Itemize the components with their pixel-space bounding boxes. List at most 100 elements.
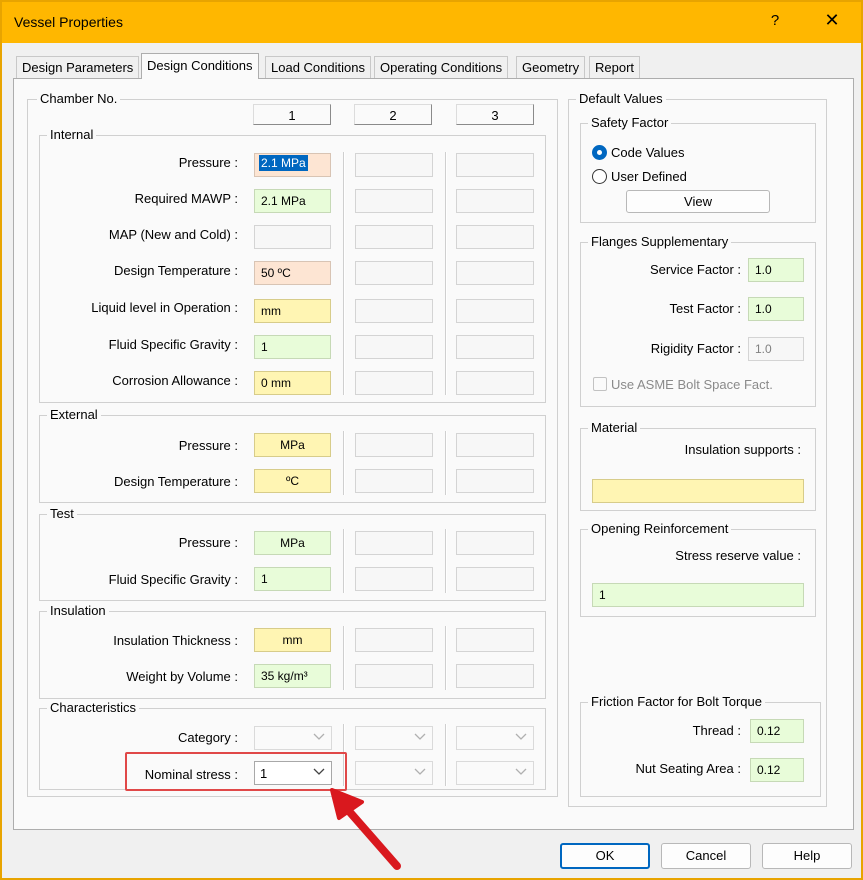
- internal-design-temperature-input-1[interactable]: 50 ºC: [254, 261, 331, 285]
- test-pressure-input-2[interactable]: [355, 531, 433, 555]
- test-fluid-gravity-label: Fluid Specific Gravity :: [108, 572, 238, 587]
- rigidity-factor-input[interactable]: 1.0: [748, 337, 804, 361]
- corrosion-allowance-label: Corrosion Allowance :: [112, 373, 238, 388]
- insulation-supports-label: Insulation supports :: [684, 442, 801, 457]
- user-defined-radio[interactable]: [592, 169, 607, 184]
- external-pressure-input-3[interactable]: [456, 433, 534, 457]
- insulation-thickness-input-3[interactable]: [456, 628, 534, 652]
- test-fluid-gravity-input-1[interactable]: 1: [254, 567, 331, 591]
- material-title: Material: [588, 420, 641, 435]
- chevron-down-icon: [515, 768, 527, 775]
- test-title: Test: [47, 506, 77, 521]
- stress-reserve-label: Stress reserve value :: [675, 548, 801, 563]
- test-factor-input[interactable]: 1.0: [748, 297, 804, 321]
- safety-factor-title: Safety Factor: [588, 115, 672, 130]
- external-pressure-input-2[interactable]: [355, 433, 433, 457]
- insulation-title: Insulation: [47, 603, 109, 618]
- view-button[interactable]: View: [626, 190, 770, 213]
- chamber-no-label: Chamber No.: [37, 91, 121, 106]
- title-bar: Vessel Properties ? ✕: [2, 2, 861, 43]
- nominal-stress-select-3[interactable]: [456, 761, 534, 785]
- liquid-level-input-2[interactable]: [355, 299, 433, 323]
- external-design-temperature-input-3[interactable]: [456, 469, 534, 493]
- asme-bolt-space-label: Use ASME Bolt Space Fact.: [611, 377, 773, 392]
- help-button[interactable]: Help: [762, 843, 852, 869]
- liquid-level-input-3[interactable]: [456, 299, 534, 323]
- chevron-down-icon: [515, 733, 527, 740]
- code-values-radio[interactable]: [592, 145, 607, 160]
- asme-bolt-space-checkbox[interactable]: [593, 377, 607, 391]
- characteristics-title: Characteristics: [47, 700, 139, 715]
- insulation-supports-input[interactable]: [592, 479, 804, 503]
- external-design-temperature-input-2[interactable]: [355, 469, 433, 493]
- internal-fluid-gravity-input-3[interactable]: [456, 335, 534, 359]
- tab-load-conditions[interactable]: Load Conditions: [265, 56, 371, 78]
- tab-design-parameters[interactable]: Design Parameters: [16, 56, 140, 78]
- test-fluid-gravity-input-3[interactable]: [456, 567, 534, 591]
- internal-design-temperature-label: Design Temperature :: [113, 263, 238, 278]
- weight-by-volume-input-1[interactable]: 35 kg/m³: [254, 664, 331, 688]
- corrosion-allowance-input-3[interactable]: [456, 371, 534, 395]
- nut-seating-area-input[interactable]: 0.12: [750, 758, 804, 782]
- thread-input[interactable]: 0.12: [750, 719, 804, 743]
- liquid-level-input-1[interactable]: mm: [254, 299, 331, 323]
- external-pressure-label: Pressure :: [178, 438, 238, 453]
- tab-design-conditions[interactable]: Design Conditions: [141, 53, 259, 79]
- stress-reserve-input[interactable]: 1: [592, 583, 804, 607]
- chamber-column-1: 1: [253, 104, 331, 125]
- test-pressure-input-3[interactable]: [456, 531, 534, 555]
- corrosion-allowance-input-1[interactable]: 0 mm: [254, 371, 331, 395]
- external-title: External: [47, 407, 101, 422]
- default-values-title: Default Values: [576, 91, 666, 106]
- opening-reinforcement-title: Opening Reinforcement: [588, 521, 732, 536]
- internal-pressure-input-2[interactable]: [355, 153, 433, 177]
- required-mawp-input-3[interactable]: [456, 189, 534, 213]
- required-mawp-input-1[interactable]: 2.1 MPa: [254, 189, 331, 213]
- insulation-thickness-label: Insulation Thickness :: [113, 633, 238, 648]
- category-select-1[interactable]: [254, 726, 332, 750]
- close-icon[interactable]: ✕: [820, 10, 844, 34]
- internal-title: Internal: [47, 127, 97, 142]
- insulation-thickness-input-1[interactable]: mm: [254, 628, 331, 652]
- map-new-cold-input-1[interactable]: [254, 225, 331, 249]
- test-factor-label: Test Factor :: [669, 301, 741, 316]
- code-values-label: Code Values: [611, 145, 685, 160]
- external-design-temperature-label: Design Temperature :: [113, 474, 238, 489]
- external-design-temperature-input-1[interactable]: ºC: [254, 469, 331, 493]
- map-new-cold-input-3[interactable]: [456, 225, 534, 249]
- internal-fluid-gravity-label: Fluid Specific Gravity :: [108, 337, 238, 352]
- internal-design-temperature-input-3[interactable]: [456, 261, 534, 285]
- test-fluid-gravity-input-2[interactable]: [355, 567, 433, 591]
- internal-pressure-input-1[interactable]: 2.1 MPa: [254, 153, 331, 177]
- help-icon[interactable]: ?: [765, 12, 785, 34]
- category-select-2[interactable]: [355, 726, 433, 750]
- test-pressure-input-1[interactable]: MPa: [254, 531, 331, 555]
- internal-pressure-input-3[interactable]: [456, 153, 534, 177]
- internal-fluid-gravity-input-2[interactable]: [355, 335, 433, 359]
- weight-by-volume-input-3[interactable]: [456, 664, 534, 688]
- internal-design-temperature-input-2[interactable]: [355, 261, 433, 285]
- corrosion-allowance-input-2[interactable]: [355, 371, 433, 395]
- category-select-3[interactable]: [456, 726, 534, 750]
- cancel-button[interactable]: Cancel: [661, 843, 751, 869]
- ok-button[interactable]: OK: [560, 843, 650, 869]
- chevron-down-icon: [313, 733, 325, 740]
- user-defined-label: User Defined: [611, 169, 687, 184]
- service-factor-label: Service Factor :: [649, 262, 741, 277]
- tab-operating-conditions[interactable]: Operating Conditions: [374, 56, 509, 78]
- thread-label: Thread :: [692, 723, 741, 738]
- tab-geometry[interactable]: Geometry: [516, 56, 586, 78]
- external-pressure-input-1[interactable]: MPa: [254, 433, 331, 457]
- tab-report[interactable]: Report: [589, 56, 641, 78]
- nut-seating-area-label: Nut Seating Area :: [635, 761, 741, 776]
- service-factor-input[interactable]: 1.0: [748, 258, 804, 282]
- chevron-down-icon: [414, 768, 426, 775]
- weight-by-volume-input-2[interactable]: [355, 664, 433, 688]
- map-new-cold-input-2[interactable]: [355, 225, 433, 249]
- insulation-thickness-input-2[interactable]: [355, 628, 433, 652]
- nominal-stress-highlight: [125, 752, 347, 791]
- chevron-down-icon: [414, 733, 426, 740]
- flanges-supplementary-title: Flanges Supplementary: [588, 234, 732, 249]
- internal-fluid-gravity-input-1[interactable]: 1: [254, 335, 331, 359]
- required-mawp-input-2[interactable]: [355, 189, 433, 213]
